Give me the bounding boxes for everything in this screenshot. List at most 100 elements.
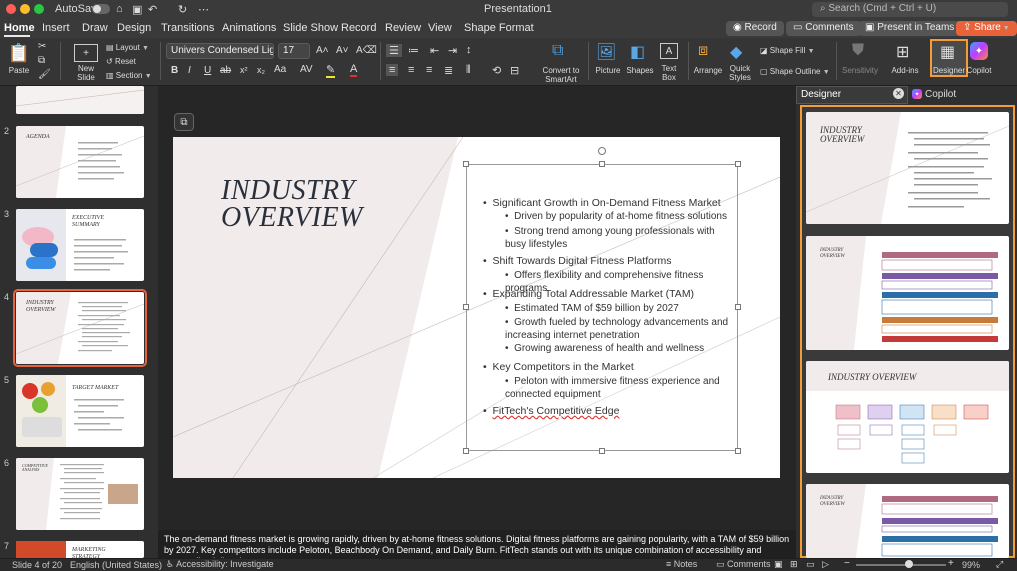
line-spacing-icon[interactable]: ↕ <box>466 44 472 56</box>
content-textbox[interactable]: • Significant Growth in On-Demand Fitnes… <box>466 164 738 451</box>
more-icon[interactable]: ⋯ <box>198 3 209 16</box>
increase-font-icon[interactable]: A˄ <box>316 45 329 56</box>
design-suggestion-1[interactable]: INDUSTRY OVERVIEW <box>806 112 1009 224</box>
shapes-label[interactable]: Shapes <box>626 66 654 75</box>
slide-thumbnail-6[interactable]: COMPETITIVE ANALYSIS <box>16 458 144 530</box>
tab-design[interactable]: Design <box>117 22 151 34</box>
tab-insert[interactable]: Insert <box>42 22 70 34</box>
textbox-icon[interactable]: A <box>660 43 678 59</box>
smartart-icon[interactable]: ⧉ <box>552 42 563 60</box>
tab-transitions[interactable]: Transitions <box>161 22 214 34</box>
tab-shape-format[interactable]: Shape Format <box>464 22 534 34</box>
notes-button[interactable]: ≡ Notes <box>666 559 697 569</box>
rotate-handle[interactable] <box>598 147 606 155</box>
copy-icon[interactable]: ⧉ <box>38 55 45 66</box>
design-suggestion-4[interactable]: INDUSTRY OVERVIEW <box>806 484 1009 558</box>
highlight-icon[interactable]: ✎ <box>326 63 336 78</box>
comments-status-button[interactable]: ▭ Comments <box>716 559 771 570</box>
zoom-slider-handle[interactable] <box>905 560 913 568</box>
comments-button[interactable]: ▭ Comments <box>786 21 861 36</box>
clear-format-icon[interactable]: A⌫ <box>356 45 377 56</box>
subscript-icon[interactable]: x₂ <box>257 65 265 75</box>
cut-icon[interactable]: ✂ <box>38 41 46 52</box>
design-suggestion-3[interactable]: INDUSTRY OVERVIEW <box>806 361 1009 473</box>
minimize-window-button[interactable] <box>20 4 30 14</box>
font-size-select[interactable]: 17 <box>278 43 310 59</box>
fit-to-window-icon[interactable]: ⤢ <box>996 559 1003 570</box>
text-direction-icon[interactable]: ⟲ <box>492 64 501 77</box>
shape-outline-button[interactable]: ▢ Shape Outline ▼ <box>760 67 830 76</box>
designer-suggestion-icon[interactable]: ⧉ <box>174 113 194 131</box>
underline-icon[interactable]: U <box>204 65 211 76</box>
picture-icon[interactable]: 🖼 <box>596 42 616 62</box>
textbox-label[interactable]: Text Box <box>656 64 682 82</box>
share-button[interactable]: ⇪ Share ▼ <box>956 21 1017 36</box>
copilot-label[interactable]: Copilot <box>966 66 992 75</box>
tab-view[interactable]: View <box>428 22 452 34</box>
resize-handle[interactable] <box>599 161 605 167</box>
accessibility-button[interactable]: ♿ Accessibility: Investigate <box>166 559 274 570</box>
arrange-icon[interactable]: ⧈ <box>698 42 708 60</box>
shapes-icon[interactable]: ◧ <box>630 42 645 62</box>
shape-fill-button[interactable]: ◪ Shape Fill ▼ <box>760 46 815 55</box>
quick-styles-label[interactable]: Quick Styles <box>726 64 754 82</box>
resize-handle[interactable] <box>599 448 605 454</box>
reset-button[interactable]: ↺ Reset <box>106 57 136 66</box>
new-slide-label[interactable]: New Slide <box>70 64 102 82</box>
zoom-out-icon[interactable]: − <box>844 558 850 569</box>
copilot-tab-label[interactable]: Copilot <box>925 89 956 100</box>
sensitivity-icon[interactable]: ⛊ <box>852 42 864 60</box>
tab-home[interactable]: Home <box>4 22 35 34</box>
bullets-icon[interactable]: ☰ <box>386 44 402 57</box>
layout-button[interactable]: ▤ Layout ▼ <box>106 43 149 52</box>
columns-icon[interactable]: ⫴ <box>466 64 471 77</box>
change-case-icon[interactable]: Aa <box>274 64 286 75</box>
slide-thumbnail-7[interactable]: MARKETING STRATEGY <box>16 541 144 558</box>
normal-view-icon[interactable]: ▣ <box>774 559 783 570</box>
copilot-icon[interactable]: ✦ <box>970 42 988 60</box>
arrange-label[interactable]: Arrange <box>692 66 724 75</box>
resize-handle[interactable] <box>735 448 741 454</box>
undo-icon[interactable]: ↶ <box>148 3 157 16</box>
sensitivity-label[interactable]: Sensitivity <box>840 66 880 75</box>
align-left-icon[interactable]: ≡ <box>386 64 399 76</box>
zoom-in-icon[interactable]: + <box>948 558 954 569</box>
tab-record[interactable]: Record <box>341 22 376 34</box>
slideshow-icon[interactable]: ▷ <box>822 559 829 570</box>
increase-indent-icon[interactable]: ⇥ <box>448 44 457 57</box>
redo-icon[interactable]: ↻ <box>178 3 187 16</box>
language-indicator[interactable]: English (United States) <box>70 560 162 570</box>
picture-label[interactable]: Picture <box>594 66 622 75</box>
home-icon[interactable]: ⌂ <box>116 3 123 15</box>
character-spacing-icon[interactable]: AV <box>300 64 313 75</box>
slide-thumbnail-3[interactable]: EXECUTIVE SUMMARY <box>16 209 144 281</box>
addins-label[interactable]: Add-ins <box>890 66 920 75</box>
search-input[interactable]: ⌕ Search (Cmd + Ctrl + U) <box>812 2 1008 17</box>
align-text-icon[interactable]: ⊟ <box>510 64 519 77</box>
bold-icon[interactable]: B <box>171 65 178 76</box>
resize-handle[interactable] <box>463 161 469 167</box>
slide-thumbnail-4-selected[interactable]: INDUSTRY OVERVIEW <box>13 289 147 367</box>
addins-icon[interactable]: ⊞ <box>896 42 909 62</box>
decrease-font-icon[interactable]: A˅ <box>336 45 349 56</box>
paste-icon[interactable]: 📋 <box>6 42 32 64</box>
section-button[interactable]: ▥ Section ▼ <box>106 71 152 80</box>
current-slide[interactable]: INDUSTRY OVERVIEW • Significant Growth in… <box>173 137 780 478</box>
reading-view-icon[interactable]: ▭ <box>806 559 815 570</box>
decrease-indent-icon[interactable]: ⇤ <box>430 44 439 57</box>
close-icon[interactable]: ✕ <box>893 88 904 99</box>
font-color-icon[interactable]: A <box>350 63 358 77</box>
close-window-button[interactable] <box>6 4 16 14</box>
maximize-window-button[interactable] <box>34 4 44 14</box>
present-in-teams-button[interactable]: ▣ Present in Teams <box>858 21 962 36</box>
resize-handle[interactable] <box>463 304 469 310</box>
zoom-level[interactable]: 99% <box>962 560 980 570</box>
align-right-icon[interactable]: ≡ <box>426 64 432 76</box>
speaker-notes[interactable]: The on-demand fitness market is growing … <box>158 530 796 566</box>
record-button[interactable]: ◉ Record <box>726 21 784 36</box>
align-center-icon[interactable]: ≡ <box>408 64 414 76</box>
convert-smartart-label[interactable]: Convert to SmartArt <box>538 66 584 84</box>
design-suggestion-2[interactable]: INDUSTRY OVERVIEW <box>806 236 1009 350</box>
slide-title[interactable]: INDUSTRY OVERVIEW <box>221 177 363 232</box>
strikethrough-icon[interactable]: ab <box>220 65 231 76</box>
